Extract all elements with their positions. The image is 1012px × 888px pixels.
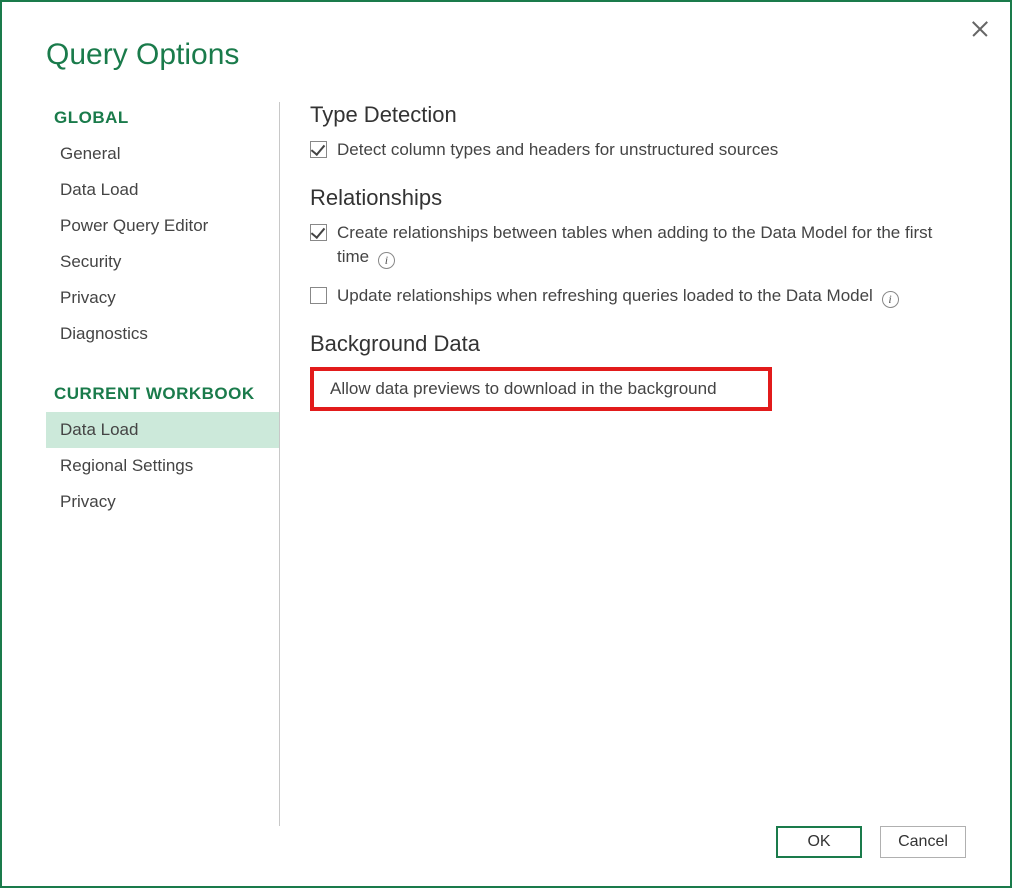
dialog-footer: OK Cancel: [2, 826, 1010, 886]
checkbox-update-relationships[interactable]: [310, 287, 327, 304]
group-type-detection: Type Detection Detect column types and h…: [310, 102, 966, 163]
sidebar: GLOBAL General Data Load Power Query Edi…: [46, 102, 280, 826]
sidebar-item-regional-settings[interactable]: Regional Settings: [46, 448, 279, 484]
content-pane: Type Detection Detect column types and h…: [280, 102, 966, 826]
group-relationships: Relationships Create relationships betwe…: [310, 185, 966, 309]
sidebar-item-general[interactable]: General: [46, 136, 279, 172]
sidebar-item-security[interactable]: Security: [46, 244, 279, 280]
highlighted-option-allow-previews: Allow data previews to download in the b…: [310, 367, 772, 412]
close-icon[interactable]: [970, 18, 990, 38]
group-title-background-data: Background Data: [310, 331, 966, 357]
label-allow-data-previews: Allow data previews to download in the b…: [330, 377, 717, 402]
sidebar-item-diagnostics[interactable]: Diagnostics: [46, 316, 279, 352]
cancel-button[interactable]: Cancel: [880, 826, 966, 858]
info-icon[interactable]: [378, 252, 395, 269]
checkbox-detect-column-types[interactable]: [310, 141, 327, 158]
sidebar-item-power-query-editor[interactable]: Power Query Editor: [46, 208, 279, 244]
sidebar-item-privacy-current[interactable]: Privacy: [46, 484, 279, 520]
sidebar-header-global: GLOBAL: [46, 102, 279, 136]
option-update-relationships: Update relationships when refreshing que…: [310, 284, 966, 309]
option-create-relationships: Create relationships between tables when…: [310, 221, 966, 270]
checkbox-create-relationships[interactable]: [310, 224, 327, 241]
sidebar-item-data-load-current[interactable]: Data Load: [46, 412, 279, 448]
sidebar-item-data-load-global[interactable]: Data Load: [46, 172, 279, 208]
info-icon[interactable]: [882, 291, 899, 308]
label-create-relationships: Create relationships between tables when…: [337, 221, 966, 270]
ok-button[interactable]: OK: [776, 826, 862, 858]
label-detect-column-types: Detect column types and headers for unst…: [337, 138, 778, 163]
dialog-body: GLOBAL General Data Load Power Query Edi…: [2, 82, 1010, 826]
sidebar-header-current-workbook: CURRENT WORKBOOK: [46, 352, 279, 412]
group-title-type-detection: Type Detection: [310, 102, 966, 128]
query-options-dialog: Query Options GLOBAL General Data Load P…: [0, 0, 1012, 888]
dialog-title: Query Options: [2, 2, 1010, 82]
label-update-relationships: Update relationships when refreshing que…: [337, 284, 899, 309]
option-detect-column-types: Detect column types and headers for unst…: [310, 138, 966, 163]
sidebar-item-privacy-global[interactable]: Privacy: [46, 280, 279, 316]
group-background-data: Background Data Allow data previews to d…: [310, 331, 966, 412]
group-title-relationships: Relationships: [310, 185, 966, 211]
